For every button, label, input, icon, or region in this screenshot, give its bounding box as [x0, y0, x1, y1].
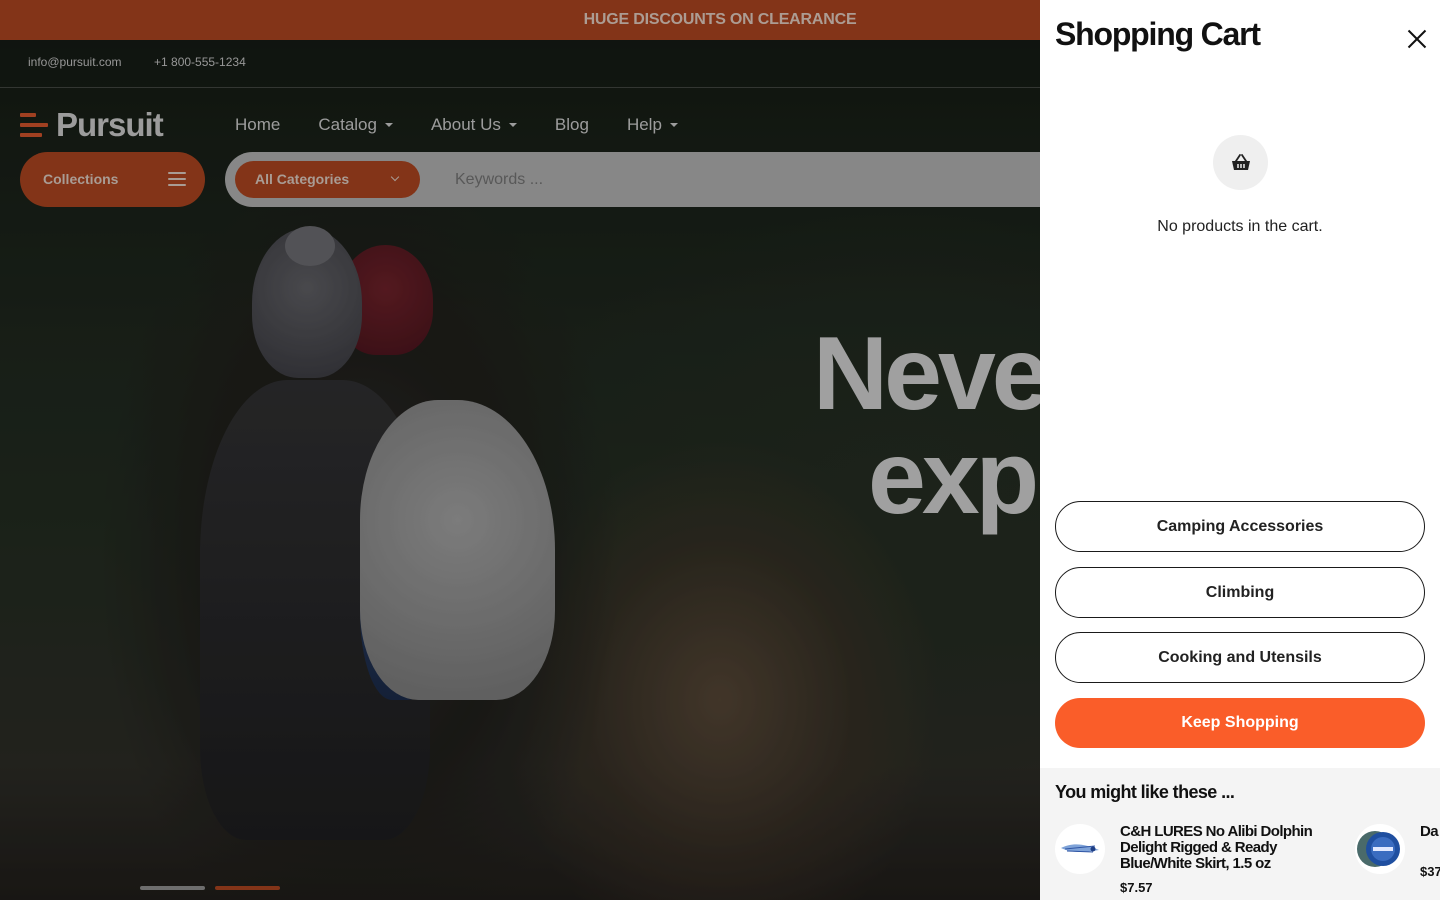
product-name[interactable]: C&H LURES No Alibi Dolphin Delight Rigge…: [1120, 824, 1340, 872]
product-thumbnail[interactable]: [1355, 824, 1405, 874]
product-name[interactable]: Da 150: [1420, 824, 1440, 840]
category-button-camping[interactable]: Camping Accessories: [1055, 501, 1425, 552]
cart-drawer: Shopping Cart No products in the cart. C…: [1040, 0, 1440, 900]
basket-icon: [1213, 135, 1268, 190]
keep-shopping-button[interactable]: Keep Shopping: [1055, 698, 1425, 748]
recommendations-section: You might like these ... C&H LURES No Al…: [1040, 768, 1440, 900]
category-button-cooking[interactable]: Cooking and Utensils: [1055, 632, 1425, 683]
product-price: $37: [1420, 864, 1440, 879]
category-button-climbing[interactable]: Climbing: [1055, 567, 1425, 618]
product-price: $7.57: [1120, 880, 1153, 895]
cart-title: Shopping Cart: [1055, 16, 1261, 52]
product-thumbnail[interactable]: [1055, 824, 1105, 874]
recommendations-title: You might like these ...: [1055, 782, 1235, 802]
close-icon[interactable]: [1407, 29, 1427, 49]
empty-cart-message: No products in the cart.: [1157, 218, 1323, 235]
